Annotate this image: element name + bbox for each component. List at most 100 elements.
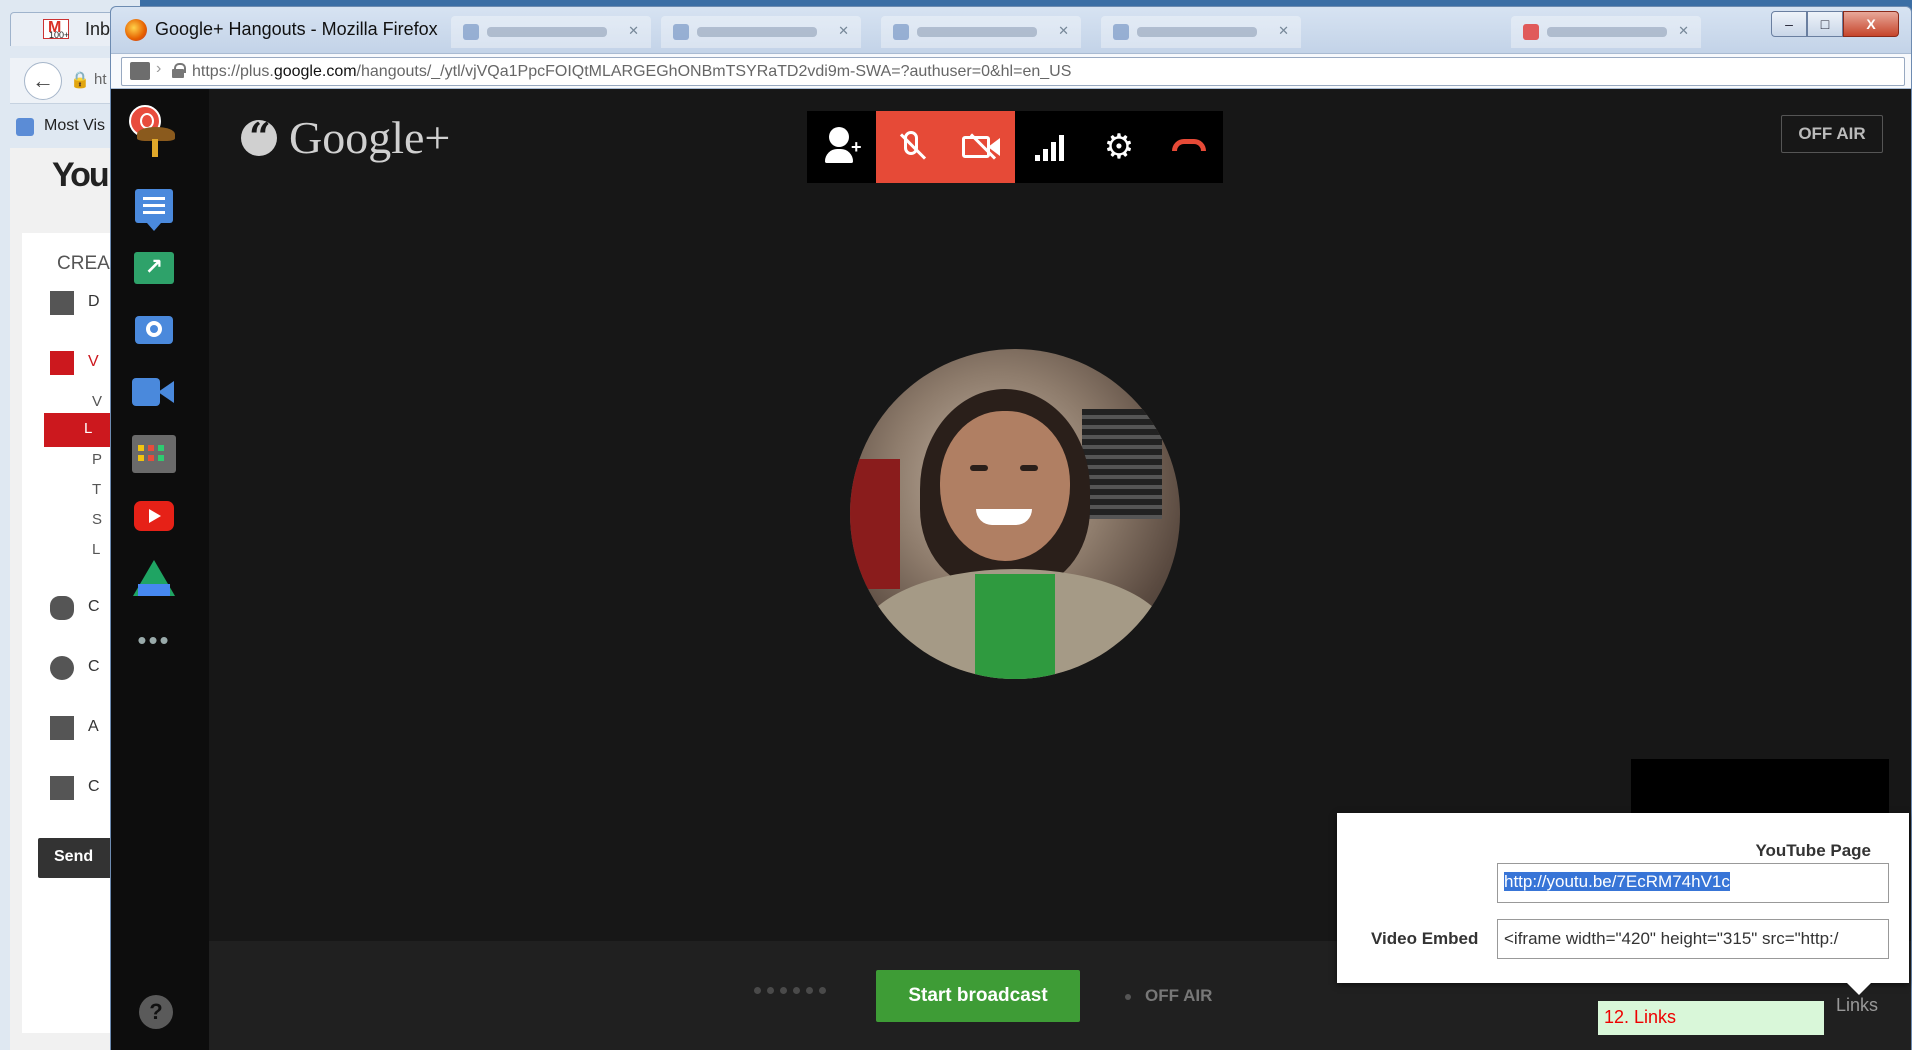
avatar-face-shape — [940, 411, 1070, 561]
hangouts-quote-icon — [241, 114, 277, 159]
blurred-tab-text — [1137, 27, 1257, 37]
window-caption-buttons: – □ X — [1771, 11, 1899, 39]
close-icon[interactable]: ✕ — [1058, 23, 1069, 39]
minimize-button[interactable]: – — [1771, 11, 1807, 37]
blurred-tab[interactable]: ✕ — [881, 16, 1081, 48]
site-identity-icon[interactable] — [130, 62, 150, 80]
url-prefix: https://plus. — [192, 63, 274, 80]
more-apps-icon[interactable]: ••• — [131, 617, 177, 663]
analytics-icon — [50, 716, 74, 740]
blurred-tab-text — [487, 27, 607, 37]
youtube-page-label: YouTube Page — [1755, 841, 1871, 860]
participant-avatar — [850, 349, 1180, 679]
channel-icon — [50, 656, 74, 680]
sub-item-label: L — [84, 420, 93, 437]
maximize-button[interactable]: □ — [1807, 11, 1843, 37]
leave-call-button[interactable] — [1154, 111, 1223, 183]
youtube-icon[interactable] — [131, 493, 177, 539]
url-text[interactable]: https://plus.google.com/hangouts/_/ytl/v… — [192, 63, 1071, 81]
hangout-toolbox-bot-icon[interactable] — [127, 105, 179, 157]
hangout-app: ↗ ••• ? Google+ + — [111, 89, 1911, 1050]
avatar-shirt-shape — [975, 574, 1055, 679]
url-domain: google.com — [273, 63, 357, 80]
call-toolbar: + ⚙ — [807, 111, 1223, 183]
firefox-logo-icon — [125, 19, 147, 41]
person-body-shape — [825, 149, 853, 163]
avatar-smile-shape — [976, 509, 1032, 525]
youtube-logo[interactable]: You — [52, 156, 110, 195]
lock-icon: 🔒 — [70, 72, 90, 89]
bookmark-icon — [16, 118, 34, 136]
youtube-page-url-field[interactable]: http://youtu.be/7EcRM74hV1c — [1497, 863, 1889, 903]
close-icon[interactable]: ✕ — [838, 23, 849, 39]
brand-text: Google+ — [289, 112, 451, 163]
add-person-icon — [829, 127, 849, 147]
blurred-tab[interactable]: ✕ — [451, 16, 651, 48]
tab-favicon-icon — [1113, 24, 1129, 40]
sub-item[interactable]: L — [92, 541, 100, 558]
blurred-tab[interactable]: ✕ — [661, 16, 861, 48]
screenshare-shape: ↗ — [134, 252, 174, 284]
blurred-tab-text — [1547, 27, 1667, 37]
video-embed-label: Video Embed — [1371, 929, 1479, 948]
screenshare-icon[interactable]: ↗ — [131, 245, 177, 291]
bot-stick — [152, 139, 158, 157]
tab-favicon-icon — [463, 24, 479, 40]
blurred-tab-text — [697, 27, 817, 37]
blurred-tab-youtube[interactable]: ✕ — [1511, 16, 1701, 48]
url-path: /hangouts/_/ytl/vjVQa1PpcFOIQtMLARGEGhON… — [356, 63, 1072, 80]
back-arrow-icon[interactable]: ← — [24, 62, 62, 100]
google-plus-logo: Google+ — [241, 111, 450, 164]
chat-shape — [135, 189, 173, 231]
links-button[interactable]: Links — [1836, 995, 1878, 1016]
cameraman-shape — [132, 435, 176, 473]
signal-bars-icon — [1034, 133, 1067, 161]
chat-icon[interactable] — [131, 183, 177, 231]
close-icon[interactable]: ✕ — [1278, 23, 1289, 39]
blurred-tab[interactable]: ✕ — [1101, 16, 1301, 48]
sidebar-item-label: C — [88, 658, 100, 675]
turn-off-camera-button[interactable] — [945, 111, 1015, 183]
off-air-status: OFF AIR — [1145, 986, 1213, 1005]
avatar-bg-shape — [1082, 409, 1162, 519]
google-drive-icon[interactable] — [131, 555, 177, 601]
invite-people-button[interactable]: + — [807, 111, 876, 183]
drive-shape — [133, 560, 175, 596]
close-icon[interactable]: ✕ — [1678, 23, 1689, 39]
start-broadcast-button[interactable]: Start broadcast — [876, 970, 1080, 1022]
sub-item[interactable]: V — [92, 393, 102, 410]
sidebar-item-label: D — [88, 293, 100, 310]
plus-icon: + — [851, 137, 862, 157]
avatar-eye-shape — [970, 465, 988, 471]
bandwidth-button[interactable] — [1015, 111, 1084, 183]
url-bar[interactable]: › https://plus.google.com/hangouts/_/ytl… — [121, 57, 1905, 86]
navigation-bar: › https://plus.google.com/hangouts/_/ytl… — [111, 53, 1911, 89]
close-window-button[interactable]: X — [1843, 11, 1899, 37]
mute-microphone-button[interactable] — [876, 111, 946, 183]
control-room-icon[interactable] — [131, 369, 177, 415]
tutorial-annotation-label: 12. Links — [1598, 1001, 1824, 1035]
sub-item[interactable]: T — [92, 481, 101, 498]
camera-shape — [135, 316, 173, 344]
avatar-bg-shape — [850, 459, 900, 589]
sub-item[interactable]: P — [92, 451, 102, 468]
window-title: Google+ Hangouts - Mozilla Firefox — [155, 19, 438, 39]
video-embed-code-field[interactable]: <iframe width="420" height="315" src="ht… — [1497, 919, 1889, 959]
settings-button[interactable]: ⚙ — [1084, 111, 1153, 183]
capture-camera-icon[interactable] — [131, 307, 177, 353]
sidebar-item-label: V — [88, 353, 99, 370]
off-air-status-badge: OFF AIR — [1781, 115, 1883, 153]
sidebar-item-label: A — [88, 718, 99, 735]
close-icon[interactable]: ✕ — [628, 23, 639, 39]
background-url[interactable]: ht — [94, 71, 107, 88]
bookmark-most-visited[interactable]: Most Vis — [44, 117, 105, 135]
gear-icon: ⚙ — [1103, 128, 1135, 166]
firefox-window: Google+ Hangouts - Mozilla Firefox ✕ ✕ ✕… — [110, 6, 1912, 1050]
status-dot-icon — [1125, 994, 1131, 1000]
sub-item[interactable]: S — [92, 511, 102, 528]
help-icon[interactable]: ? — [139, 995, 173, 1029]
cameraman-icon[interactable] — [131, 431, 177, 477]
gmail-unread-count: 100+ — [49, 30, 70, 40]
control-room-shape — [132, 378, 176, 406]
sidebar-item-label: C — [88, 778, 100, 795]
